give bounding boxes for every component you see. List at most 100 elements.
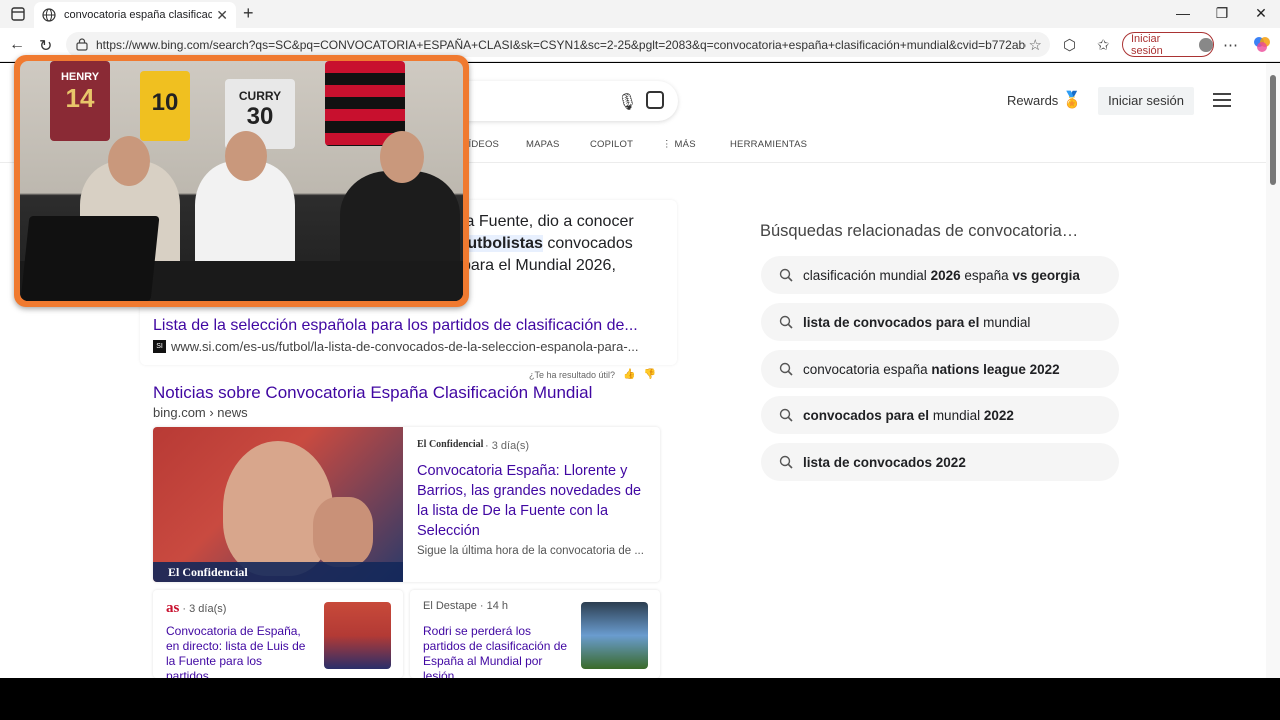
snippet-line-2: futbolistas convocados [462,233,662,255]
search-icon [779,455,793,469]
related-plain: clasificación mundial [803,267,931,283]
nav-more-label: MÁS [674,139,696,150]
tab-actions-icon[interactable] [8,4,28,24]
favorites-icon[interactable]: ✩ [1097,36,1110,54]
related-text: convocados para el mundial 2022 [803,408,1014,423]
info-icon[interactable] [76,38,88,51]
rewards-medal-icon[interactable]: 🏅 [1062,90,1082,110]
refresh-icon[interactable]: ↻ [39,36,52,56]
related-plain: mundial [929,407,984,423]
top-result-url-text: www.si.com/es-us/futbol/la-lista-de-conv… [171,339,639,354]
hamburger-menu-icon[interactable] [1213,93,1231,111]
close-window-icon[interactable]: ✕ [1246,5,1276,22]
search-icon [779,315,793,329]
related-search-item[interactable]: convocatoria españa nations league 2022 [761,350,1119,388]
profile-signin-label: Iniciar sesión [1131,32,1163,57]
feedback-row: ¿Te ha resultado útil? 👍 👎 [529,369,656,380]
related-search-item[interactable]: lista de convocados para el mundial [761,303,1119,341]
nav-copilot[interactable]: COPILOT [590,139,633,150]
related-text: convocatoria españa nations league 2022 [803,362,1060,377]
profile-signin-button[interactable]: Iniciar sesión [1122,32,1214,57]
mini-publisher-name: El Destape [423,600,477,612]
extensions-icon[interactable]: ⬡ [1063,36,1076,54]
search-icon [779,268,793,282]
search-icon [779,408,793,422]
news-section-source: bing.com › news [153,405,248,420]
mini-thumbnail[interactable] [581,602,648,669]
related-plain: convocatoria españa [803,361,932,377]
thumbs-up-icon[interactable]: 👍 [623,369,635,380]
nav-tools[interactable]: HERRAMIENTAS [730,139,807,150]
news-headline[interactable]: Convocatoria España: Llorente y Barrios,… [417,461,651,541]
news-card-destape[interactable]: El Destape · 14 h Rodri se perderá los p… [410,590,660,678]
news-age: · 3 día(s) [485,440,530,452]
news-section-title[interactable]: Noticias sobre Convocatoria España Clasi… [153,383,592,403]
news-image-caption: El Confidencial [153,562,403,582]
related-bold: 2022 [983,407,1014,423]
news-photo-hand [313,497,373,567]
person-right-head [380,131,424,183]
related-search-item[interactable]: lista de convocados 2022 [761,443,1119,481]
maximize-icon[interactable]: ❐ [1207,5,1237,22]
jersey-henry: HENRY 14 [50,61,110,141]
globe-icon [42,8,56,22]
person-center-head [225,131,267,181]
back-icon[interactable]: ← [9,36,25,54]
copilot-icon[interactable] [1253,35,1271,53]
minimize-icon[interactable]: — [1168,5,1198,21]
more-menu-icon[interactable]: ⋯ [1223,36,1238,54]
news-publisher: El Confidencial [417,439,484,450]
mini-headline[interactable]: Rodri se perderá los partidos de clasifi… [423,624,573,678]
microphone-icon[interactable]: 🎙 [617,92,637,112]
news-image[interactable]: El Confidencial [153,427,403,582]
related-text: lista de convocados para el mundial [803,315,1030,330]
related-search-item[interactable]: convocados para el mundial 2022 [761,396,1119,434]
feedback-question: ¿Te ha resultado útil? [529,369,616,380]
related-bold: lista de convocados 2022 [803,454,966,470]
webcam-feed: HENRY 14 10 CURRY 30 [20,61,463,301]
laptop [20,216,160,301]
webcam-overlay: HENRY 14 10 CURRY 30 [14,55,469,307]
tab-strip: convocatoria españa clasificación ✕ + — … [0,0,1280,28]
news-summary: Sigue la última hora de la convocatoria … [417,545,644,557]
tab-title: convocatoria españa clasificación [64,9,213,21]
avatar [1199,37,1213,52]
favorite-star-icon[interactable]: ☆ [1029,36,1042,54]
news-card-as[interactable]: as · 3 día(s) Convocatoria de España, en… [153,590,403,678]
mini-age: · 14 h [479,600,509,612]
related-bold: nations league 2022 [931,361,1060,377]
snippet-line-2-rest: convocados [542,235,633,252]
rewards-label[interactable]: Rewards [1007,93,1058,108]
top-result-url: SI www.si.com/es-us/futbol/la-lista-de-c… [153,339,658,354]
top-result-snippet: la Fuente, dio a conocer futbolistas con… [462,211,662,277]
nav-maps[interactable]: MAPAS [526,139,560,150]
related-bold: convocados para el [803,407,930,423]
search-box[interactable] [450,81,678,121]
snippet-line-3: para el Mundial 2026, [462,257,616,274]
mini-publisher: El Destape · 14 h [423,600,508,612]
mini-thumbnail[interactable] [324,602,391,669]
signin-button[interactable]: Iniciar sesión [1098,87,1194,115]
person-left-head [108,136,150,186]
nav-more[interactable]: ⋮ MÁS [662,139,696,150]
related-search-item[interactable]: clasificación mundial 2026 españa vs geo… [761,256,1119,294]
top-result-link[interactable]: Lista de la selección española para los … [153,317,658,335]
page-scrollbar[interactable] [1266,63,1280,678]
new-tab-icon[interactable]: + [243,3,254,24]
address-bar[interactable]: https://www.bing.com/search?qs=SC&pq=CON… [66,32,1050,57]
thumbs-down-icon[interactable]: 👎 [644,369,656,380]
related-plain: mundial [979,314,1031,330]
visual-search-icon[interactable] [646,91,664,109]
jersey-number: 30 [246,103,274,130]
browser-tab[interactable]: convocatoria españa clasificación ✕ [34,2,236,28]
news-card-main[interactable]: El Confidencial El Confidencial · 3 día(… [153,427,660,582]
mini-headline[interactable]: Convocatoria de España, en directo: list… [166,624,316,678]
si-favicon-icon: SI [153,340,166,353]
related-bold: lista de convocados para el [803,314,980,330]
jersey-name: CURRY [238,89,282,103]
related-searches-title: Búsquedas relacionadas de convocatoria… [760,222,1079,240]
related-text: clasificación mundial 2026 españa vs geo… [803,268,1080,283]
jersey-number: 14 [65,83,95,113]
scrollbar-thumb[interactable] [1270,75,1276,185]
close-tab-icon[interactable]: ✕ [216,7,228,24]
